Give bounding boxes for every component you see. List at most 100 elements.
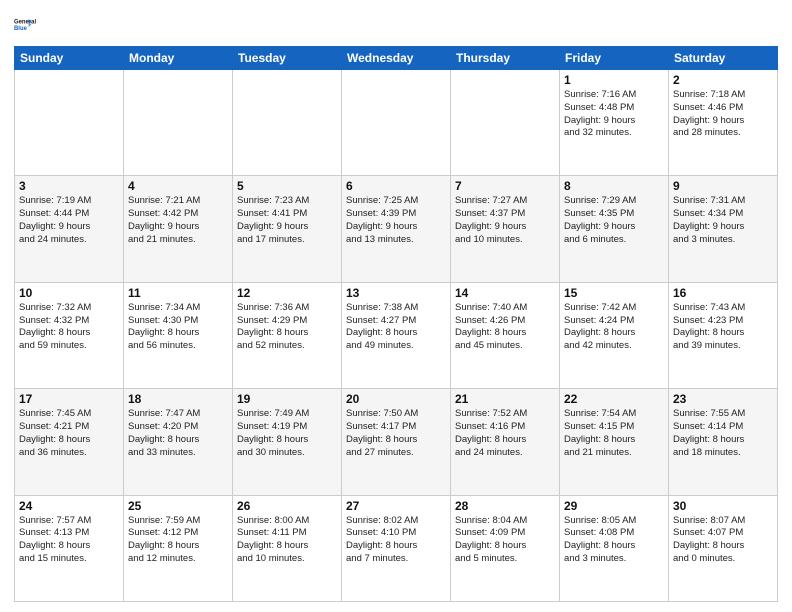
- day-number: 29: [564, 499, 664, 513]
- day-number: 28: [455, 499, 555, 513]
- day-info: Sunrise: 8:00 AM Sunset: 4:11 PM Dayligh…: [237, 515, 337, 566]
- day-number: 16: [673, 286, 773, 300]
- day-cell: [342, 70, 451, 176]
- day-cell: 11Sunrise: 7:34 AM Sunset: 4:30 PM Dayli…: [124, 282, 233, 388]
- day-cell: 25 Sunrise: 7:59 AM Sunset: 4:12 PM Dayli…: [124, 495, 233, 601]
- day-info: Sunrise: 7:40 AM Sunset: 4:26 PM Dayligh…: [455, 302, 555, 353]
- day-number: 5: [237, 179, 337, 193]
- day-number: 6: [346, 179, 446, 193]
- day-info: Sunrise: 7:21 AM Sunset: 4:42 PM Dayligh…: [128, 195, 228, 246]
- day-number: 4: [128, 179, 228, 193]
- day-cell: 30 Sunrise: 8:07 AM Sunset: 4:07 PM Dayli…: [669, 495, 778, 601]
- day-info: Sunrise: 7:45 AM Sunset: 4:21 PM Dayligh…: [19, 408, 119, 459]
- calendar-header-row: SundayMondayTuesdayWednesdayThursdayFrid…: [15, 47, 778, 70]
- day-number: 1: [564, 73, 664, 87]
- day-cell: 1 Sunrise: 7:16 AM Sunset: 4:48 PM Daylig…: [560, 70, 669, 176]
- day-number: 20: [346, 392, 446, 406]
- day-cell: 9Sunrise: 7:31 AM Sunset: 4:34 PM Daylig…: [669, 176, 778, 282]
- day-info: Sunrise: 7:23 AM Sunset: 4:41 PM Dayligh…: [237, 195, 337, 246]
- svg-text:General: General: [14, 20, 36, 26]
- day-cell: 12 Sunrise: 7:36 AM Sunset: 4:29 PM Dayli…: [233, 282, 342, 388]
- day-cell: 17 Sunrise: 7:45 AM Sunset: 4:21 PM Dayli…: [15, 389, 124, 495]
- day-info: Sunrise: 7:19 AM Sunset: 4:44 PM Dayligh…: [19, 195, 119, 246]
- day-number: 14: [455, 286, 555, 300]
- col-header-monday: Monday: [124, 47, 233, 70]
- day-number: 13: [346, 286, 446, 300]
- week-row-4: 17 Sunrise: 7:45 AM Sunset: 4:21 PM Dayli…: [15, 389, 778, 495]
- day-number: 24: [19, 499, 119, 513]
- day-cell: 22Sunrise: 7:54 AM Sunset: 4:15 PM Dayli…: [560, 389, 669, 495]
- day-number: 3: [19, 179, 119, 193]
- day-info: Sunrise: 7:38 AM Sunset: 4:27 PM Dayligh…: [346, 302, 446, 353]
- day-cell: 29 Sunrise: 8:05 AM Sunset: 4:08 PM Dayli…: [560, 495, 669, 601]
- day-info: Sunrise: 7:25 AM Sunset: 4:39 PM Dayligh…: [346, 195, 446, 246]
- day-cell: 4 Sunrise: 7:21 AM Sunset: 4:42 PM Daylig…: [124, 176, 233, 282]
- day-number: 19: [237, 392, 337, 406]
- day-number: 30: [673, 499, 773, 513]
- day-number: 17: [19, 392, 119, 406]
- day-info: Sunrise: 8:07 AM Sunset: 4:07 PM Dayligh…: [673, 515, 773, 566]
- col-header-friday: Friday: [560, 47, 669, 70]
- day-cell: 16 Sunrise: 7:43 AM Sunset: 4:23 PM Dayli…: [669, 282, 778, 388]
- day-number: 25: [128, 499, 228, 513]
- day-number: 23: [673, 392, 773, 406]
- day-cell: 7 Sunrise: 7:27 AM Sunset: 4:37 PM Daylig…: [451, 176, 560, 282]
- week-row-5: 24 Sunrise: 7:57 AM Sunset: 4:13 PM Dayli…: [15, 495, 778, 601]
- day-number: 21: [455, 392, 555, 406]
- day-info: Sunrise: 7:55 AM Sunset: 4:14 PM Dayligh…: [673, 408, 773, 459]
- day-info: Sunrise: 7:49 AM Sunset: 4:19 PM Dayligh…: [237, 408, 337, 459]
- day-cell: [15, 70, 124, 176]
- day-cell: 2 Sunrise: 7:18 AM Sunset: 4:46 PM Daylig…: [669, 70, 778, 176]
- day-cell: [451, 70, 560, 176]
- day-info: Sunrise: 8:05 AM Sunset: 4:08 PM Dayligh…: [564, 515, 664, 566]
- logo-icon: General Blue: [14, 10, 46, 38]
- day-number: 11: [128, 286, 228, 300]
- day-number: 10: [19, 286, 119, 300]
- day-cell: 10 Sunrise: 7:32 AM Sunset: 4:32 PM Dayli…: [15, 282, 124, 388]
- day-info: Sunrise: 8:04 AM Sunset: 4:09 PM Dayligh…: [455, 515, 555, 566]
- day-info: Sunrise: 7:27 AM Sunset: 4:37 PM Dayligh…: [455, 195, 555, 246]
- day-info: Sunrise: 7:52 AM Sunset: 4:16 PM Dayligh…: [455, 408, 555, 459]
- day-cell: 28 Sunrise: 8:04 AM Sunset: 4:09 PM Dayli…: [451, 495, 560, 601]
- day-info: Sunrise: 7:29 AM Sunset: 4:35 PM Dayligh…: [564, 195, 664, 246]
- day-info: Sunrise: 7:47 AM Sunset: 4:20 PM Dayligh…: [128, 408, 228, 459]
- day-number: 7: [455, 179, 555, 193]
- day-number: 27: [346, 499, 446, 513]
- day-cell: 6 Sunrise: 7:25 AM Sunset: 4:39 PM Daylig…: [342, 176, 451, 282]
- day-cell: 24 Sunrise: 7:57 AM Sunset: 4:13 PM Dayli…: [15, 495, 124, 601]
- day-cell: 14 Sunrise: 7:40 AM Sunset: 4:26 PM Dayli…: [451, 282, 560, 388]
- day-cell: 19 Sunrise: 7:49 AM Sunset: 4:19 PM Dayli…: [233, 389, 342, 495]
- day-info: Sunrise: 7:54 AM Sunset: 4:15 PM Dayligh…: [564, 408, 664, 459]
- day-number: 26: [237, 499, 337, 513]
- day-cell: 18Sunrise: 7:47 AM Sunset: 4:20 PM Dayli…: [124, 389, 233, 495]
- day-cell: 26 Sunrise: 8:00 AM Sunset: 4:11 PM Dayli…: [233, 495, 342, 601]
- day-info: Sunrise: 7:43 AM Sunset: 4:23 PM Dayligh…: [673, 302, 773, 353]
- day-cell: 15Sunrise: 7:42 AM Sunset: 4:24 PM Dayli…: [560, 282, 669, 388]
- day-info: Sunrise: 7:18 AM Sunset: 4:46 PM Dayligh…: [673, 89, 773, 140]
- day-cell: 3 Sunrise: 7:19 AM Sunset: 4:44 PM Daylig…: [15, 176, 124, 282]
- day-info: Sunrise: 7:42 AM Sunset: 4:24 PM Dayligh…: [564, 302, 664, 353]
- col-header-saturday: Saturday: [669, 47, 778, 70]
- col-header-sunday: Sunday: [15, 47, 124, 70]
- day-info: Sunrise: 7:36 AM Sunset: 4:29 PM Dayligh…: [237, 302, 337, 353]
- day-info: Sunrise: 7:57 AM Sunset: 4:13 PM Dayligh…: [19, 515, 119, 566]
- day-cell: 21 Sunrise: 7:52 AM Sunset: 4:16 PM Dayli…: [451, 389, 560, 495]
- calendar-table: SundayMondayTuesdayWednesdayThursdayFrid…: [14, 46, 778, 602]
- day-cell: 23 Sunrise: 7:55 AM Sunset: 4:14 PM Dayli…: [669, 389, 778, 495]
- col-header-thursday: Thursday: [451, 47, 560, 70]
- day-number: 12: [237, 286, 337, 300]
- day-cell: 8Sunrise: 7:29 AM Sunset: 4:35 PM Daylig…: [560, 176, 669, 282]
- day-cell: [233, 70, 342, 176]
- day-number: 9: [673, 179, 773, 193]
- page: General Blue SundayMondayTuesdayWednesda…: [0, 0, 792, 612]
- day-info: Sunrise: 7:50 AM Sunset: 4:17 PM Dayligh…: [346, 408, 446, 459]
- day-cell: 13 Sunrise: 7:38 AM Sunset: 4:27 PM Dayli…: [342, 282, 451, 388]
- day-number: 2: [673, 73, 773, 87]
- day-info: Sunrise: 7:16 AM Sunset: 4:48 PM Dayligh…: [564, 89, 664, 140]
- col-header-tuesday: Tuesday: [233, 47, 342, 70]
- col-header-wednesday: Wednesday: [342, 47, 451, 70]
- day-info: Sunrise: 7:59 AM Sunset: 4:12 PM Dayligh…: [128, 515, 228, 566]
- day-info: Sunrise: 7:32 AM Sunset: 4:32 PM Dayligh…: [19, 302, 119, 353]
- day-cell: 5 Sunrise: 7:23 AM Sunset: 4:41 PM Daylig…: [233, 176, 342, 282]
- header: General Blue: [14, 10, 778, 38]
